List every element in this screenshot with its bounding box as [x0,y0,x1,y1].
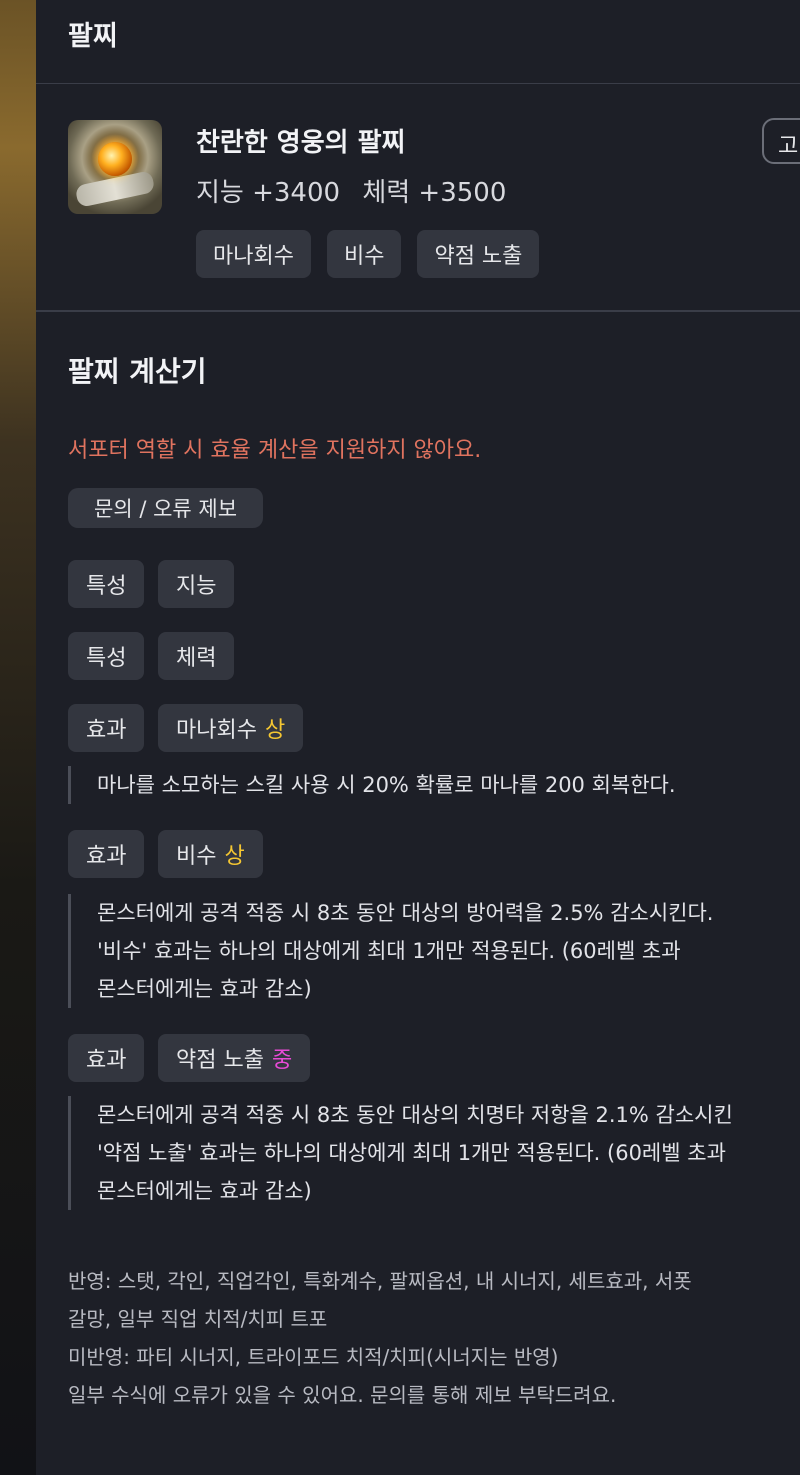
footer-line: 반영: 스탯, 각인, 직업각인, 특화계수, 팔찌옵션, 내 시너지, 세트효… [68,1269,692,1293]
description-line: 마나를 소모하는 스킬 사용 시 20% 확률로 마나를 200 회복한다. [97,773,676,797]
bracelet-panel: 팔찌 찬란한 영웅의 팔찌 지능 +3400 체력 +3500 마나회수 비수 … [36,0,800,1475]
bracelet-gem-shape [98,142,132,176]
item-tag: 비수 [326,230,402,278]
description-line: 몬스터에게는 효과 감소) [97,1179,312,1203]
description-line: 몬스터에게 공격 적중 시 8초 동안 대상의 방어력을 2.5% 감소시킨다. [97,901,714,925]
description-line: 몬스터에게 공격 적중 시 8초 동안 대상의 치명타 저항을 2.1% 감소시… [97,1103,733,1127]
item-tag: 약점 노출 [417,230,540,278]
support-warning: 서포터 역할 시 효율 계산을 지원하지 않아요. [68,438,482,463]
row-label: 효과 [68,1034,145,1082]
item-stats: 지능 +3400 체력 +3500 [196,172,506,209]
item-tag: 마나회수 [196,230,311,278]
stat-vitality: 체력 +3500 [362,178,507,208]
bracelet-item-icon [68,120,162,214]
effect-name: 약점 노출 [176,1048,264,1073]
effect-name: 비수 [176,844,217,869]
footer-line: 미반영: 파티 시너지, 트라이포드 치적/치피(시너지는 반영) [68,1345,559,1369]
row-value-select[interactable]: 체력 [158,632,235,680]
footer-line: 갈망, 일부 직업 치적/치피 트포 [68,1307,328,1331]
row-label: 특성 [68,560,145,608]
description-line: 몬스터에게는 효과 감소) [97,977,312,1001]
item-name: 찬란한 영웅의 팔찌 [196,128,406,158]
grade-badge: 상 [224,844,245,869]
page-title: 팔찌 [68,21,118,52]
description-line: '비수' 효과는 하나의 대상에게 최대 1개만 적용된다. (60레벨 초과 [97,939,681,963]
grade-badge: 중 [271,1048,293,1073]
row-label: 효과 [68,830,145,878]
row-value-select[interactable]: 지능 [158,560,235,608]
footer-notes: 반영: 스탯, 각인, 직업각인, 특화계수, 팔찌옵션, 내 시너지, 세트효… [68,1262,692,1414]
report-button[interactable]: 문의 / 오류 제보 [68,488,264,528]
row-label: 특성 [68,632,145,680]
effect-description: 몬스터에게 공격 적중 시 8초 동안 대상의 방어력을 2.5% 감소시킨다.… [68,894,713,1008]
row-value-select[interactable]: 비수 상 [158,830,263,878]
grade-badge: 상 [264,718,286,743]
effect-name: 마나회수 [176,718,257,743]
description-line: '약점 노출' 효과는 하나의 대상에게 최대 1개만 적용된다. (60레벨 … [97,1141,726,1165]
item-tags: 마나회수 비수 약점 노출 [196,230,540,278]
stat-intelligence: 지능 +3400 [196,178,341,208]
panel-header: 팔찌 [36,0,800,84]
effect-description: 몬스터에게 공격 적중 시 8초 동안 대상의 치명타 저항을 2.1% 감소시… [68,1096,733,1210]
footer-line: 일부 수식에 오류가 있을 수 있어요. 문의를 통해 제보 부탁드려요. [68,1383,617,1407]
row-value-select[interactable]: 마나회수 상 [158,704,304,752]
corner-button[interactable]: 고 [762,118,800,164]
effect-description: 마나를 소모하는 스킬 사용 시 20% 확률로 마나를 200 회복한다. [68,766,676,804]
calculator-title: 팔찌 계산기 [68,355,207,388]
row-label: 효과 [68,704,145,752]
row-value-select[interactable]: 약점 노출 중 [158,1034,311,1082]
background-game-scene [0,0,36,1475]
